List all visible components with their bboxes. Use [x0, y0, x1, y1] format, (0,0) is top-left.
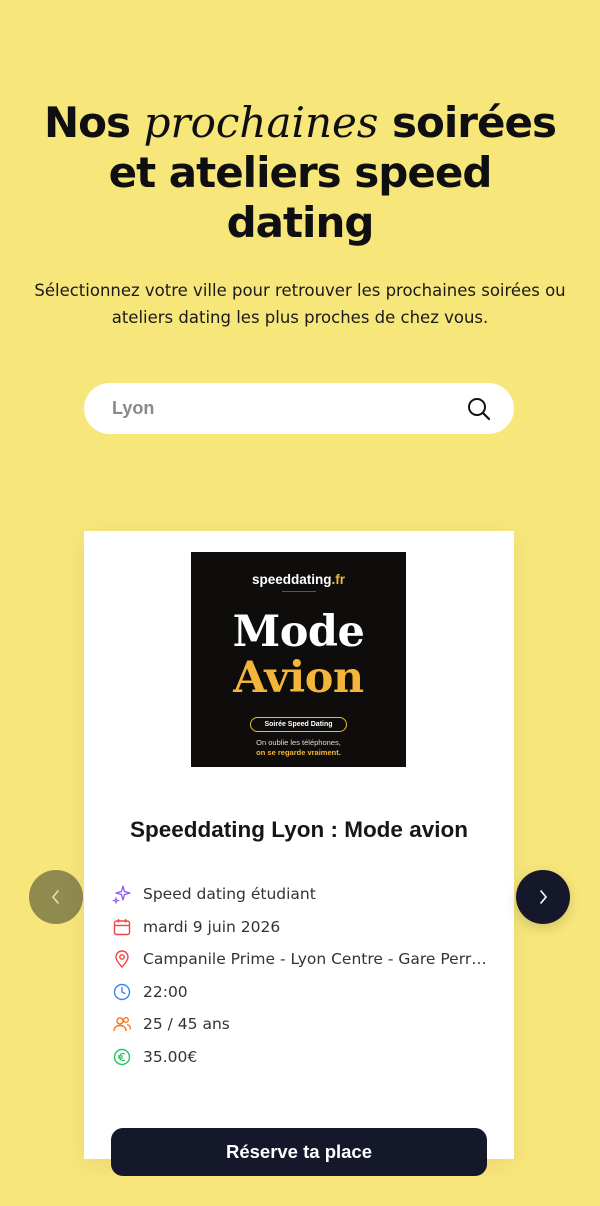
city-search-bar[interactable] [84, 383, 514, 434]
poster-title-line2: Avion [233, 653, 364, 703]
event-details: Speed dating étudiant mardi 9 juin 2026 … [112, 878, 492, 1073]
carousel-prev-button[interactable] [29, 870, 83, 924]
reserve-button[interactable]: Réserve ta place [111, 1128, 487, 1176]
title-line2: et ateliers speed [108, 148, 493, 197]
search-icon[interactable] [466, 396, 492, 422]
carousel-next-button[interactable] [516, 870, 570, 924]
event-category: Speed dating étudiant [112, 878, 492, 911]
euro-icon [112, 1047, 132, 1067]
event-location: Campanile Prime - Lyon Centre - Gare Per… [112, 943, 492, 976]
event-poster: speeddating.fr Mode Avion Soirée Speed D… [191, 552, 406, 767]
clock-icon [112, 982, 132, 1002]
title-line3: dating [226, 198, 375, 247]
sparkles-icon [112, 884, 132, 905]
chevron-right-icon [540, 890, 548, 904]
poster-pill: Soirée Speed Dating [250, 717, 347, 732]
page-subtitle: Sélectionnez votre ville pour retrouver … [34, 281, 566, 327]
map-pin-icon [112, 949, 132, 969]
city-search-input[interactable] [112, 398, 466, 419]
event-date: mardi 9 juin 2026 [112, 911, 492, 944]
poster-tagline1: On oublie les téléphones, [256, 738, 341, 747]
poster-title-line1: Mode [232, 607, 365, 657]
poster-brand: speeddating.fr [251, 572, 345, 587]
poster-divider [282, 591, 316, 592]
event-time: 22:00 [112, 976, 492, 1009]
title-italic: prochaines [143, 98, 379, 147]
event-price: 35.00€ [112, 1041, 492, 1074]
users-icon [112, 1014, 132, 1034]
page-title: Nos prochaines soirées et ateliers speed… [0, 98, 600, 248]
chevron-left-icon [51, 890, 59, 904]
calendar-icon [112, 917, 132, 937]
poster-tagline2: on se regarde vraiment. [256, 748, 341, 757]
event-title[interactable]: Speeddating Lyon : Mode avion [84, 817, 514, 843]
title-part2: soirées [392, 98, 557, 147]
event-age-range: 25 / 45 ans [112, 1008, 492, 1041]
title-part1: Nos [44, 98, 131, 147]
event-card[interactable]: speeddating.fr Mode Avion Soirée Speed D… [84, 531, 514, 1159]
